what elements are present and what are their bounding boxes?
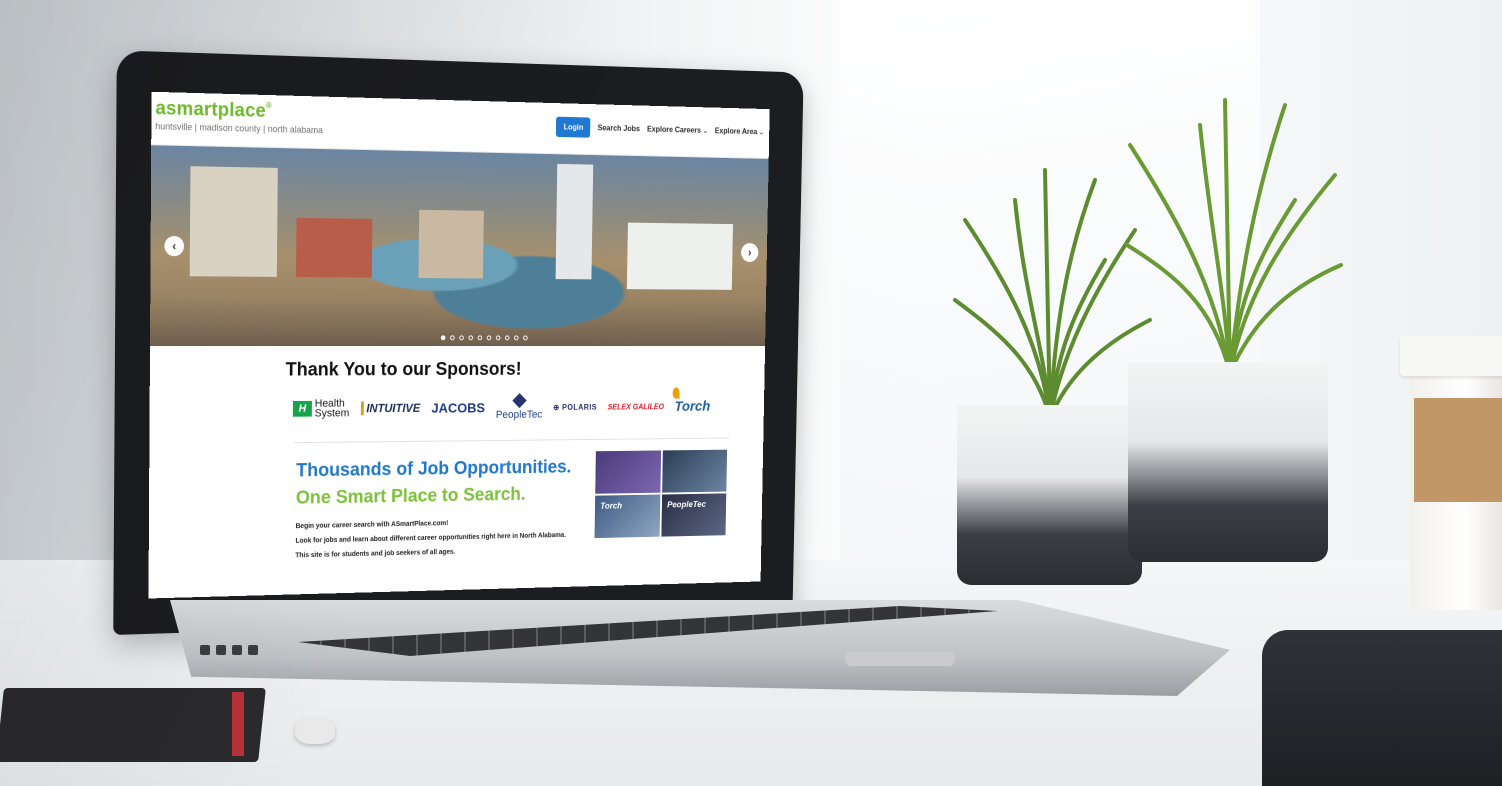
carousel-dot[interactable] [459, 335, 464, 341]
site-logo[interactable]: asmartplace® huntsville | madison county… [155, 98, 323, 135]
login-button[interactable]: Login [556, 116, 591, 138]
collage-photo [595, 450, 662, 494]
pen [295, 718, 335, 744]
health-mark: H [292, 400, 312, 417]
sponsors-section: Thank You to our Sponsors! H Health Syste… [149, 346, 765, 445]
plant-grass-2 [1125, 98, 1343, 375]
sponsor-torch-logo[interactable]: Torch [672, 386, 710, 414]
carousel-dot[interactable] [450, 335, 455, 341]
carousel-dot[interactable] [477, 335, 483, 341]
collage-photo: Torch [594, 494, 661, 539]
hero-carousel: ‹ › [150, 145, 769, 347]
laptop-ports [200, 642, 270, 656]
laptop-screen: asmartplace® huntsville | madison county… [148, 91, 770, 599]
jobs-section: Thousands of Job Opportunities. One Smar… [148, 438, 763, 598]
main-nav: Login Search Jobs Explore Careers ⌄ Explo… [556, 116, 764, 142]
sponsor-intuitive-logo[interactable]: INTUITIVE [360, 401, 421, 416]
carousel-dot[interactable] [495, 335, 501, 341]
sponsor-peopletec-logo[interactable]: PeopleTec [496, 393, 543, 421]
sponsors-title: Thank You to our Sponsors! [285, 359, 522, 381]
health-text: Health System [314, 397, 350, 420]
carousel-next-button[interactable]: › [740, 243, 759, 262]
nav-explore-area[interactable]: Explore Area ⌄ [715, 127, 764, 137]
sponsor-health-system-logo[interactable]: H Health System [292, 397, 350, 420]
laptop-trackpad [845, 652, 955, 666]
carousel-dot[interactable] [523, 335, 528, 341]
collage-photo [662, 449, 728, 493]
carousel-dot[interactable] [468, 335, 474, 341]
nav-explore-careers[interactable]: Explore Careers ⌄ [647, 125, 708, 135]
sponsor-selex-galileo-logo[interactable]: SELEX GALILEO [608, 402, 665, 411]
notebook [0, 688, 266, 762]
carousel-prev-button[interactable]: ‹ [164, 235, 185, 257]
carousel-dot[interactable] [514, 335, 519, 341]
peopletec-gem-icon [512, 393, 527, 409]
sponsor-jacobs-logo[interactable]: JACOBS [431, 400, 485, 416]
jobs-photo-collage: Torch PeopleTec [594, 449, 728, 539]
chevron-down-icon: ⌄ [758, 129, 765, 137]
coffee-cup-lid [1400, 336, 1502, 376]
carousel-dots [440, 335, 528, 341]
carousel-dot[interactable] [440, 335, 446, 341]
torch-flame-icon [672, 386, 681, 399]
carousel-dot[interactable] [486, 335, 492, 341]
nav-explore-area-label: Explore Area [714, 126, 758, 137]
notebook-band [232, 692, 244, 756]
hero-building [626, 222, 733, 290]
nav-explore-careers-label: Explore Careers [646, 124, 702, 135]
nav-search-jobs[interactable]: Search Jobs [598, 124, 640, 134]
sponsor-logos: H Health System INTUITIVE JACOBS PeopleTe… [292, 386, 764, 423]
plant-pot-2 [1128, 362, 1328, 562]
chevron-down-icon: ⌄ [702, 128, 708, 135]
carousel-dot[interactable] [504, 335, 510, 341]
logo-wordmark: asmartplace® [155, 97, 272, 122]
collage-brand: Torch [600, 500, 623, 511]
hero-building [418, 209, 484, 279]
chair [1262, 630, 1502, 786]
hero-building [555, 163, 594, 280]
coffee-cup-sleeve [1414, 398, 1502, 502]
hero-building [189, 166, 278, 277]
sponsor-polaris-logo[interactable]: ⊕ POLARIS [553, 402, 597, 411]
plant-pot-1 [957, 405, 1142, 585]
hero-building [295, 217, 373, 278]
collage-photo: PeopleTec [661, 493, 727, 537]
collage-brand: PeopleTec [667, 499, 707, 510]
